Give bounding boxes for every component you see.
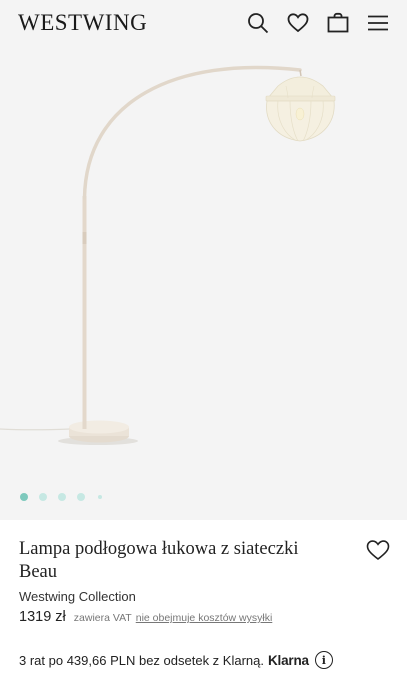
carousel-dot-3[interactable]: [58, 493, 66, 501]
brand-name[interactable]: Westwing Collection: [19, 589, 136, 604]
carousel-dot-2[interactable]: [39, 493, 47, 501]
carousel-dot-1[interactable]: [20, 493, 28, 501]
product-image-gallery[interactable]: [0, 46, 407, 520]
klarna-logo: Klarna: [268, 652, 309, 668]
product-title: Lampa podłogowa łukowa z siateczki Beau: [19, 539, 299, 582]
add-to-wishlist-heart-icon[interactable]: [366, 539, 390, 561]
info-icon[interactable]: i: [314, 651, 333, 669]
heart-icon[interactable]: [287, 12, 309, 34]
product-image: [0, 65, 336, 445]
shipping-costs-link[interactable]: nie obejmuje kosztów wysyłki: [136, 612, 273, 624]
bag-icon[interactable]: [327, 12, 349, 34]
top-nav-bar: WESTWING: [0, 0, 407, 46]
vat-note: zawiera VAT: [73, 612, 132, 624]
westwing-logo[interactable]: WESTWING: [18, 10, 147, 36]
installments-text: 3 rat po 439,66 PLN bez odsetek z Klarną…: [19, 652, 264, 668]
search-icon[interactable]: [247, 12, 269, 34]
carousel-dot-5[interactable]: [98, 495, 102, 499]
price-row: 1319 zł zawiera VAT nie obejmuje kosztów…: [19, 609, 272, 625]
carousel-dot-4[interactable]: [77, 493, 85, 501]
product-info-panel: Lampa podłogowa łukowa z siateczki Beau …: [0, 520, 407, 699]
menu-icon[interactable]: [367, 12, 389, 34]
carousel-indicators: [0, 491, 407, 503]
klarna-installments-row: 3 rat po 439,66 PLN bez odsetek z Klarną…: [19, 651, 333, 669]
product-price: 1319 zł: [19, 609, 66, 625]
